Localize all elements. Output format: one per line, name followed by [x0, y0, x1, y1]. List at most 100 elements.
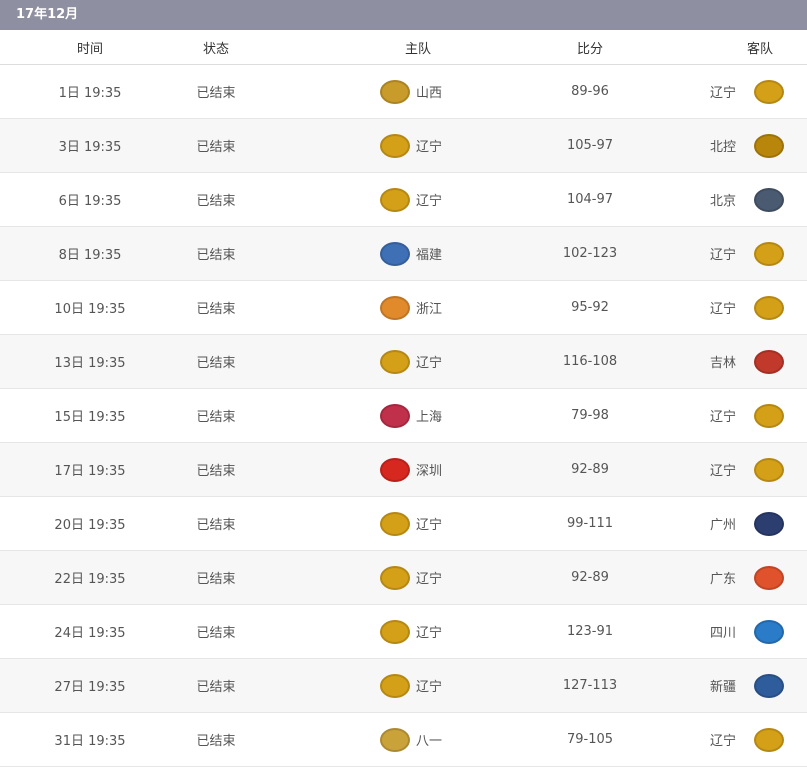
home-team[interactable]: 辽宁 — [380, 497, 456, 550]
game-time: 13日 19:35 — [54, 356, 126, 371]
game-status: 已结束 — [196, 680, 236, 695]
away-team-name: 辽宁 — [710, 248, 737, 263]
game-score[interactable]: 95-92 — [530, 281, 650, 334]
away-team[interactable]: 辽宁 — [710, 713, 802, 766]
away-team[interactable]: 辽宁 — [710, 65, 802, 118]
away-team[interactable]: 广州 — [710, 497, 802, 550]
table-row[interactable]: 8日 19:35 已结束 福建 102-123 辽宁 — [0, 227, 807, 281]
table-header: 时间 状态 主队 比分 客队 — [0, 30, 807, 65]
table-row[interactable]: 27日 19:35 已结束 辽宁 127-113 新疆 — [0, 659, 807, 713]
table-row[interactable]: 1日 19:35 已结束 山西 89-96 辽宁 — [0, 65, 807, 119]
home-team[interactable]: 山西 — [380, 65, 456, 118]
game-score[interactable]: 79-98 — [530, 389, 650, 442]
leopard-logo-icon — [754, 79, 784, 104]
lion-logo-icon — [754, 133, 784, 158]
away-team-name: 广东 — [710, 572, 737, 587]
duck-logo-icon — [754, 187, 784, 212]
away-team-name: 辽宁 — [710, 86, 737, 101]
game-time: 31日 19:35 — [54, 734, 126, 749]
game-score[interactable]: 99-111 — [530, 497, 650, 550]
table-row[interactable]: 20日 19:35 已结束 辽宁 99-111 广州 — [0, 497, 807, 551]
game-score[interactable]: 127-113 — [530, 659, 650, 712]
home-team[interactable]: 辽宁 — [380, 605, 456, 658]
game-score[interactable]: 102-123 — [530, 227, 650, 280]
flying-tiger-logo-icon — [754, 673, 784, 698]
home-team-name: 深圳 — [416, 464, 443, 479]
leopard-logo-icon — [754, 295, 784, 320]
away-team[interactable]: 新疆 — [710, 659, 802, 712]
home-team-name: 辽宁 — [416, 356, 443, 371]
away-team-name: 辽宁 — [710, 410, 737, 425]
table-row[interactable]: 22日 19:35 已结束 辽宁 92-89 广东 — [0, 551, 807, 605]
sturgeon-logo-icon — [380, 241, 410, 266]
home-team[interactable]: 上海 — [380, 389, 456, 442]
home-team-name: 辽宁 — [416, 572, 443, 587]
home-team[interactable]: 辽宁 — [380, 335, 456, 388]
leopard-logo-icon — [380, 457, 410, 482]
away-team[interactable]: 辽宁 — [710, 389, 802, 442]
game-time: 6日 19:35 — [58, 194, 122, 209]
away-team[interactable]: 辽宁 — [710, 227, 802, 280]
table-row[interactable]: 15日 19:35 已结束 上海 79-98 辽宁 — [0, 389, 807, 443]
table-row[interactable]: 10日 19:35 已结束 浙江 95-92 辽宁 — [0, 281, 807, 335]
game-status: 已结束 — [196, 572, 236, 587]
table-row[interactable]: 31日 19:35 已结束 八一 79-105 辽宁 — [0, 713, 807, 767]
leopard-logo-icon — [754, 457, 784, 482]
game-score[interactable]: 89-96 — [530, 65, 650, 118]
away-team-name: 广州 — [710, 518, 737, 533]
home-team[interactable]: 辽宁 — [380, 551, 456, 604]
table-row[interactable]: 17日 19:35 已结束 深圳 92-89 辽宁 — [0, 443, 807, 497]
away-team[interactable]: 辽宁 — [710, 281, 802, 334]
home-team-name: 上海 — [416, 410, 443, 425]
table-row[interactable]: 6日 19:35 已结束 辽宁 104-97 北京 — [0, 173, 807, 227]
home-team[interactable]: 浙江 — [380, 281, 456, 334]
home-team[interactable]: 辽宁 — [380, 659, 456, 712]
shark-logo-icon — [380, 403, 410, 428]
month-label: 17年12月 — [16, 7, 79, 22]
game-status: 已结束 — [196, 464, 236, 479]
away-team[interactable]: 吉林 — [710, 335, 802, 388]
game-score[interactable]: 79-105 — [530, 713, 650, 766]
leopard-logo-icon — [754, 727, 784, 752]
column-header-score: 比分 — [576, 41, 603, 57]
away-team[interactable]: 四川 — [710, 605, 802, 658]
away-team[interactable]: 北控 — [710, 119, 802, 172]
lion-logo-icon — [380, 295, 410, 320]
game-time: 20日 19:35 — [54, 518, 126, 533]
rocket-logo-icon — [380, 727, 410, 752]
game-status: 已结束 — [196, 410, 236, 425]
table-row[interactable]: 13日 19:35 已结束 辽宁 116-108 吉林 — [0, 335, 807, 389]
game-score[interactable]: 92-89 — [530, 443, 650, 496]
game-score[interactable]: 104-97 — [530, 173, 650, 226]
away-team-name: 北控 — [710, 140, 737, 155]
table-row[interactable]: 3日 19:35 已结束 辽宁 105-97 北控 — [0, 119, 807, 173]
leopard-logo-icon — [754, 403, 784, 428]
away-team-name: 新疆 — [710, 680, 737, 695]
leopard-logo-icon — [380, 349, 410, 374]
game-time: 17日 19:35 — [54, 464, 126, 479]
home-team-name: 辽宁 — [416, 518, 443, 533]
home-team[interactable]: 辽宁 — [380, 119, 456, 172]
column-header-home: 主队 — [404, 41, 431, 57]
home-team-name: 辽宁 — [416, 140, 443, 155]
home-team[interactable]: 辽宁 — [380, 173, 456, 226]
game-score[interactable]: 105-97 — [530, 119, 650, 172]
home-team[interactable]: 八一 — [380, 713, 456, 766]
game-score[interactable]: 92-89 — [530, 551, 650, 604]
home-team[interactable]: 深圳 — [380, 443, 456, 496]
game-time: 3日 19:35 — [58, 140, 122, 155]
table-row[interactable]: 24日 19:35 已结束 辽宁 123-91 四川 — [0, 605, 807, 659]
away-team[interactable]: 辽宁 — [710, 443, 802, 496]
away-team-name: 辽宁 — [710, 302, 737, 317]
game-status: 已结束 — [196, 248, 236, 263]
blue-whale-logo-icon — [754, 619, 784, 644]
game-score[interactable]: 116-108 — [530, 335, 650, 388]
away-team-name: 辽宁 — [710, 734, 737, 749]
away-team[interactable]: 北京 — [710, 173, 802, 226]
away-team-name: 北京 — [710, 194, 737, 209]
away-team[interactable]: 广东 — [710, 551, 802, 604]
home-team[interactable]: 福建 — [380, 227, 456, 280]
game-score[interactable]: 123-91 — [530, 605, 650, 658]
dragon-lion-logo-icon — [754, 511, 784, 536]
home-team-name: 浙江 — [416, 302, 443, 317]
